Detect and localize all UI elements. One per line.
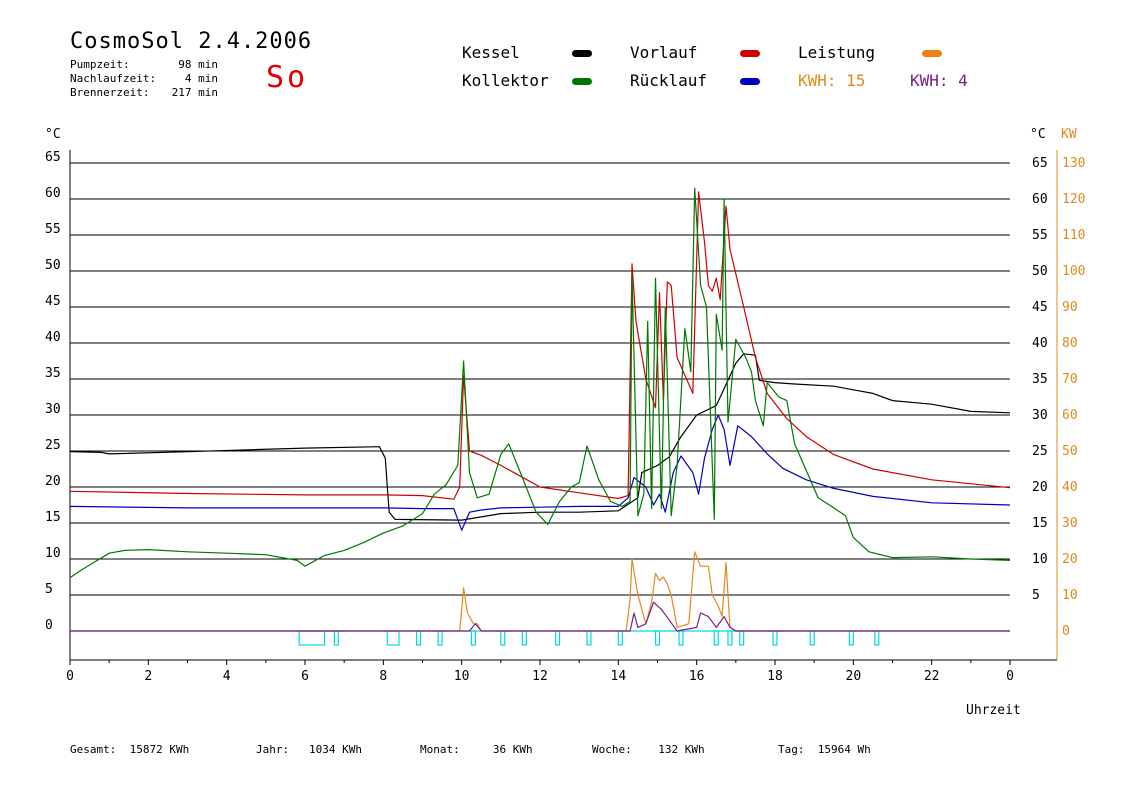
burner-period xyxy=(727,630,733,646)
y2-tick-label: 60 xyxy=(1062,408,1078,423)
burner-period xyxy=(470,630,476,646)
burner-period xyxy=(386,630,400,646)
series-line xyxy=(69,187,1011,579)
y-tick-label-left: 15 xyxy=(45,510,61,525)
y2-tick-label: 110 xyxy=(1062,228,1085,243)
y2-tick-label: 10 xyxy=(1062,588,1078,603)
x-tick-label: 18 xyxy=(767,669,783,684)
x-tick-label: 2 xyxy=(144,669,152,684)
y-tick-label-left: 65 xyxy=(45,150,61,165)
y-tick-label-left: 50 xyxy=(45,258,61,273)
y2-tick-label: 120 xyxy=(1062,192,1085,207)
y2-tick-label: 0 xyxy=(1062,624,1070,639)
burner-period xyxy=(298,630,326,646)
burner-period xyxy=(772,630,778,646)
y-tick-label-right: 60 xyxy=(1032,192,1048,207)
y-tick-label-left: 60 xyxy=(45,186,61,201)
series-line xyxy=(70,601,1010,632)
y2-tick-label: 20 xyxy=(1062,552,1078,567)
burner-period xyxy=(713,630,719,646)
burner-period xyxy=(809,630,815,646)
burner-period xyxy=(437,630,443,646)
y-tick-label-left: 0 xyxy=(45,618,53,633)
y-tick-label-left: 45 xyxy=(45,294,61,309)
y2-tick-label: 70 xyxy=(1062,372,1078,387)
series-line xyxy=(70,551,1010,632)
series-line xyxy=(69,414,1011,531)
y-axis-right-unit: °C xyxy=(1030,127,1046,142)
y-tick-label-left: 25 xyxy=(45,438,61,453)
y-tick-label-left: 30 xyxy=(45,402,61,417)
burner-period xyxy=(654,630,661,646)
y-tick-label-left: 40 xyxy=(45,330,61,345)
y-tick-label-left: 20 xyxy=(45,474,61,489)
y2-tick-label: 100 xyxy=(1062,264,1085,279)
x-tick-label: 10 xyxy=(454,669,470,684)
y-tick-label-right: 50 xyxy=(1032,264,1048,279)
y-tick-label-right: 30 xyxy=(1032,408,1048,423)
x-tick-label: 4 xyxy=(223,669,231,684)
y2-tick-label: 130 xyxy=(1062,156,1085,171)
x-tick-label: 22 xyxy=(924,669,940,684)
burner-period xyxy=(848,630,854,646)
y-tick-label-right: 55 xyxy=(1032,228,1048,243)
y-tick-label-left: 10 xyxy=(45,546,61,561)
y-tick-label-left: 5 xyxy=(45,582,53,597)
x-axis-label: Uhrzeit xyxy=(966,703,1021,718)
y-tick-label-right: 35 xyxy=(1032,372,1048,387)
burner-period xyxy=(678,630,684,646)
burner-period xyxy=(416,630,422,646)
burner-period xyxy=(874,630,880,646)
x-tick-label: 0 xyxy=(66,669,74,684)
x-tick-label: 12 xyxy=(532,669,548,684)
y-tick-label-left: 35 xyxy=(45,366,61,381)
footer-tag: Tag: 15964 Wh xyxy=(778,743,871,756)
burner-period xyxy=(586,630,592,646)
x-tick-label: 6 xyxy=(301,669,309,684)
y-axis-left-unit: °C xyxy=(45,127,61,142)
burner-period xyxy=(617,630,623,646)
footer-woche: Woche: 132 KWh xyxy=(592,743,705,756)
footer-jahr: Jahr: 1034 KWh xyxy=(256,743,362,756)
burner-period xyxy=(333,630,339,646)
y-tick-label-right: 25 xyxy=(1032,444,1048,459)
burner-period xyxy=(739,630,745,646)
y2-tick-label: 30 xyxy=(1062,516,1078,531)
y2-tick-label: 80 xyxy=(1062,336,1078,351)
burner-period xyxy=(555,630,561,646)
y-tick-label-right: 20 xyxy=(1032,480,1048,495)
y-tick-label-right: 65 xyxy=(1032,156,1048,171)
x-tick-label: 14 xyxy=(611,669,627,684)
x-tick-label: 16 xyxy=(689,669,705,684)
x-tick-label: 0 xyxy=(1006,669,1014,684)
y2-tick-label: 50 xyxy=(1062,444,1078,459)
y-tick-label-left: 55 xyxy=(45,222,61,237)
temperature-chart: °C °C KW05 510 1015 1520 2025 2530 3035 3540 4045 4… xyxy=(45,127,1085,718)
footer-monat: Monat: 36 KWh xyxy=(420,743,533,756)
x-tick-label: 8 xyxy=(379,669,387,684)
y-tick-label-right: 45 xyxy=(1032,300,1048,315)
y2-tick-label: 40 xyxy=(1062,480,1078,495)
footer-gesamt: Gesamt: 15872 KWh xyxy=(70,743,190,756)
y-tick-label-right: 15 xyxy=(1032,516,1048,531)
y2-tick-label: 90 xyxy=(1062,300,1078,315)
burner-period xyxy=(500,630,506,646)
y-tick-label-right: 40 xyxy=(1032,336,1048,351)
y2-axis-unit: KW xyxy=(1061,127,1077,142)
y-tick-label-right: 10 xyxy=(1032,552,1048,567)
burner-period xyxy=(521,630,527,646)
x-tick-label: 20 xyxy=(846,669,862,684)
y-tick-label-right: 5 xyxy=(1032,588,1040,603)
series-line xyxy=(69,191,1011,500)
